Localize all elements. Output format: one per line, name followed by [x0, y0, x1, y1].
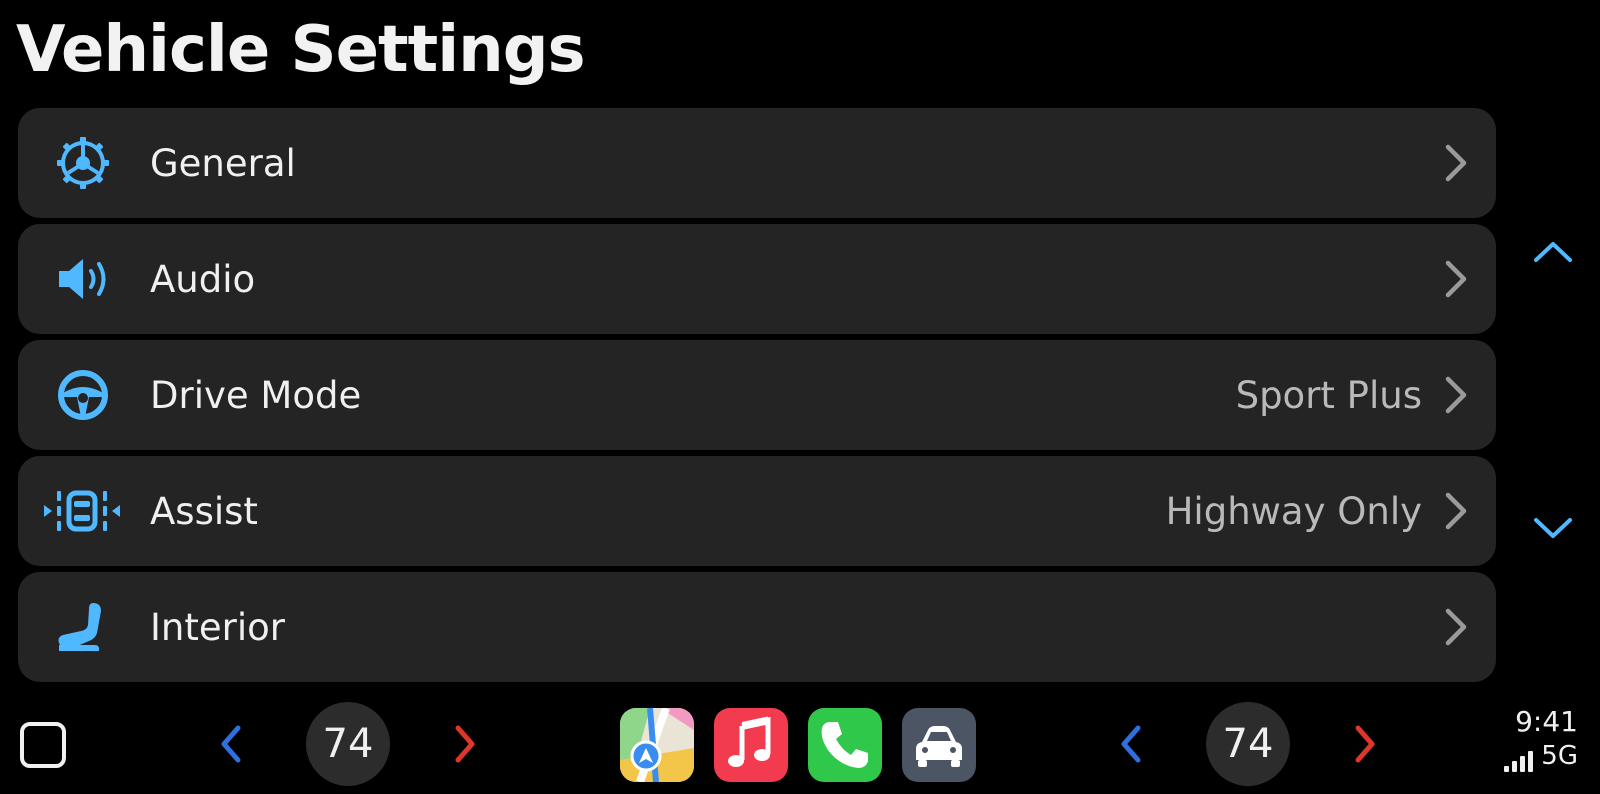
clock-time: 9:41	[1515, 705, 1578, 738]
left-temp-increase-button[interactable]	[452, 724, 478, 764]
chevron-right-icon	[1445, 492, 1467, 530]
settings-row-assist[interactable]: Assist Highway Only	[18, 456, 1496, 566]
settings-row-label: Drive Mode	[150, 373, 362, 417]
settings-row-label: General	[150, 141, 296, 185]
left-temperature-display[interactable]: 74	[306, 702, 390, 786]
chevron-right-icon	[1445, 376, 1467, 414]
phone-app-icon[interactable]	[808, 708, 882, 782]
music-app-icon[interactable]	[714, 708, 788, 782]
chevron-right-icon	[1445, 608, 1467, 646]
right-temperature-display[interactable]: 74	[1206, 702, 1290, 786]
settings-row-value: Highway Only	[1165, 489, 1422, 533]
settings-row-label: Audio	[150, 257, 256, 301]
home-button[interactable]	[20, 722, 66, 768]
page-title: Vehicle Settings	[16, 13, 586, 87]
left-temp-decrease-button[interactable]	[218, 724, 244, 764]
signal-strength-icon	[1504, 748, 1534, 772]
settings-list: General Audio Drive Mode Sport Plus Assi…	[18, 108, 1496, 688]
settings-row-audio[interactable]: Audio	[18, 224, 1496, 334]
dock-bar: 74 74 9:41 5G	[0, 694, 1600, 794]
settings-row-value: Sport Plus	[1235, 373, 1422, 417]
status-area: 9:41 5G	[1504, 706, 1578, 772]
right-temp-decrease-button[interactable]	[1118, 724, 1144, 764]
seat-icon	[52, 596, 114, 658]
settings-row-label: Assist	[150, 489, 258, 533]
steering-wheel-icon	[52, 364, 114, 426]
gear-icon	[52, 132, 114, 194]
right-temp-increase-button[interactable]	[1352, 724, 1378, 764]
chevron-right-icon	[1445, 260, 1467, 298]
settings-row-drive-mode[interactable]: Drive Mode Sport Plus	[18, 340, 1496, 450]
speaker-icon	[52, 248, 114, 310]
settings-row-interior[interactable]: Interior	[18, 572, 1496, 682]
scroll-down-button[interactable]	[1532, 514, 1574, 542]
lane-assist-icon	[42, 480, 122, 542]
settings-row-label: Interior	[150, 605, 285, 649]
maps-app-icon[interactable]	[620, 708, 694, 782]
network-type: 5G	[1541, 741, 1578, 771]
settings-row-general[interactable]: General	[18, 108, 1496, 218]
network-status: 5G	[1504, 740, 1578, 772]
car-app-icon[interactable]	[902, 708, 976, 782]
scroll-up-button[interactable]	[1532, 238, 1574, 266]
chevron-right-icon	[1445, 144, 1467, 182]
